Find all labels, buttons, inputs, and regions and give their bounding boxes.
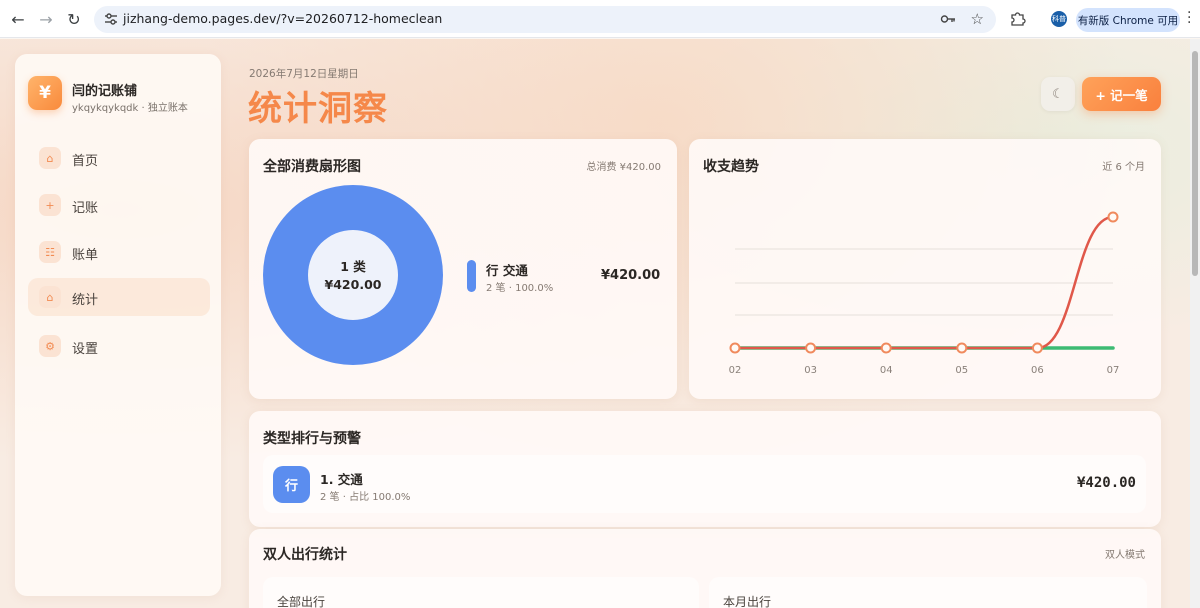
- forward-icon[interactable]: →: [36, 9, 56, 29]
- ranking-amount: ¥420.00: [1076, 475, 1136, 491]
- sidebar-item-label: 账单: [72, 248, 99, 263]
- sidebar-item-label: 设置: [72, 342, 99, 357]
- x-tick-label: 03: [804, 365, 817, 376]
- ranking-detail: 2 笔 · 占比 100.0%: [320, 492, 411, 503]
- stats-icon: ⌂: [39, 286, 61, 308]
- address-bar[interactable]: jizhang-demo.pages.dev/?v=20260712-homec…: [94, 6, 996, 33]
- pie-chart-card: 全部消费扇形图 总消费 ¥420.00 1 类 ¥420.00 行 交通 2 笔…: [249, 139, 677, 399]
- scrollbar[interactable]: [1190, 39, 1200, 608]
- browser-toolbar: ← → ↻ jizhang-demo.pages.dev/?v=20260712…: [0, 0, 1200, 38]
- pie-card-title: 全部消费扇形图: [263, 159, 361, 175]
- extensions-icon[interactable]: [1009, 10, 1026, 27]
- brand-subtitle: ykqykqykqdk · 独立账本: [72, 103, 188, 114]
- bookmark-star-icon[interactable]: ☆: [971, 10, 984, 28]
- all-trips-panel: 全部出行: [263, 577, 699, 608]
- ranking-name: 1. 交通: [320, 472, 363, 487]
- x-tick-label: 05: [955, 365, 968, 376]
- pie-center-amount: ¥420.00: [325, 277, 382, 292]
- add-record-button[interactable]: + 记一笔: [1082, 77, 1161, 111]
- travel-mode: 双人模式: [1105, 550, 1145, 561]
- scrollbar-thumb[interactable]: [1192, 51, 1198, 276]
- sidebar-item-label: 记账: [72, 201, 99, 216]
- total-spend: 总消费 ¥420.00: [586, 162, 661, 173]
- all-trips-label: 全部出行: [277, 595, 326, 608]
- brand-logo-icon: ¥: [28, 76, 62, 110]
- pie-center-count: 1 类: [340, 259, 366, 274]
- profile-avatar[interactable]: 科普: [1051, 11, 1067, 27]
- ranking-card: 类型排行与预警 行 1. 交通 2 笔 · 占比 100.0% ¥420.00: [249, 411, 1161, 527]
- pie-chart: 1 类 ¥420.00: [263, 185, 443, 365]
- brand-name: 闫的记账铺: [72, 84, 138, 99]
- trend-line-chart: 02 03 04 05 06 07: [729, 211, 1120, 376]
- gear-icon: ⚙: [39, 335, 61, 357]
- data-point: [805, 342, 817, 354]
- back-icon[interactable]: ←: [8, 9, 28, 29]
- sidebar-item-bills[interactable]: ☷ 账单: [28, 233, 210, 271]
- sidebar: ¥ 闫的记账铺 ykqykqykqdk · 独立账本 ⌂ 首页 + 记账 ☷ 账…: [15, 54, 221, 596]
- home-icon: ⌂: [39, 147, 61, 169]
- legend-swatch: [467, 260, 476, 292]
- password-key-icon[interactable]: [940, 12, 956, 26]
- pie-center: [308, 230, 398, 320]
- data-point: [1031, 342, 1043, 354]
- travel-card-title: 双人出行统计: [263, 547, 347, 563]
- sidebar-item-label: 统计: [72, 293, 99, 308]
- ranking-card-title: 类型排行与预警: [263, 431, 361, 447]
- legend-detail: 2 笔 · 100.0%: [486, 283, 554, 294]
- x-tick-label: 07: [1107, 365, 1120, 376]
- data-point: [1107, 211, 1119, 223]
- legend-label: 行 交通: [486, 263, 528, 278]
- data-point: [956, 342, 968, 354]
- ranking-row[interactable]: 行 1. 交通 2 笔 · 占比 100.0% ¥420.00: [263, 455, 1146, 513]
- trend-chart-card: 收支趋势 近 6 个月 02 03 04 05 06 07: [689, 139, 1161, 399]
- plus-icon: +: [39, 194, 61, 216]
- list-icon: ☷: [39, 241, 61, 263]
- sidebar-item-record[interactable]: + 记账: [28, 186, 210, 224]
- legend-amount: ¥420.00: [601, 268, 661, 283]
- sidebar-item-label: 首页: [72, 154, 99, 169]
- x-tick-label: 06: [1031, 365, 1044, 376]
- month-trips-label: 本月出行: [723, 595, 772, 608]
- chrome-update-button[interactable]: 有新版 Chrome 可用: [1076, 8, 1180, 32]
- data-point: [880, 342, 892, 354]
- month-trips-panel: 本月出行: [709, 577, 1147, 608]
- theme-toggle-button[interactable]: ☾: [1041, 77, 1075, 111]
- category-transport-icon: 行: [273, 466, 310, 503]
- x-tick-label: 04: [880, 365, 893, 376]
- reload-icon[interactable]: ↻: [64, 9, 84, 29]
- app-page: ¥ 闫的记账铺 ykqykqykqdk · 独立账本 ⌂ 首页 + 记账 ☷ 账…: [0, 39, 1200, 608]
- travel-stats-card: 双人出行统计 双人模式 全部出行 本月出行: [249, 529, 1161, 608]
- data-point: [729, 342, 741, 354]
- site-settings-icon[interactable]: [103, 11, 119, 27]
- x-tick-label: 02: [729, 365, 742, 376]
- current-date: 2026年7月12日星期日: [249, 68, 359, 80]
- page-title: 统计洞察: [248, 89, 388, 129]
- url-text[interactable]: jizhang-demo.pages.dev/?v=20260712-homec…: [123, 11, 442, 26]
- sidebar-item-stats[interactable]: ⌂ 统计: [28, 278, 210, 316]
- sidebar-item-settings[interactable]: ⚙ 设置: [28, 327, 210, 365]
- browser-menu-icon[interactable]: · · ·: [1187, 6, 1191, 30]
- sidebar-item-home[interactable]: ⌂ 首页: [28, 139, 210, 177]
